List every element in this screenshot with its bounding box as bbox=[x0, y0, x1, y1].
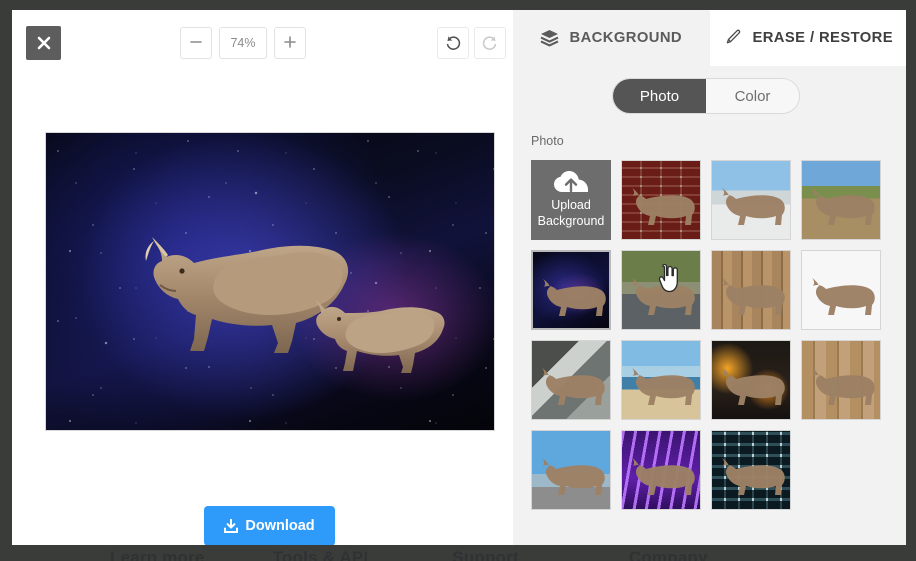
footer-column-company[interactable]: Company bbox=[629, 548, 708, 561]
tab-erase-restore[interactable]: ERASE / RESTORE bbox=[709, 10, 906, 66]
mode-option-color[interactable]: Color bbox=[706, 79, 799, 113]
zoom-out-button[interactable] bbox=[180, 27, 212, 59]
background-thumbnail-grey-tunnel[interactable] bbox=[531, 340, 611, 420]
cloud-upload-icon bbox=[554, 171, 588, 197]
rhino-calf bbox=[311, 283, 451, 378]
redo-button[interactable] bbox=[474, 27, 506, 59]
background-thumbnail-fire-night-city[interactable] bbox=[711, 340, 791, 420]
image-canvas[interactable] bbox=[45, 132, 495, 431]
history-controls bbox=[437, 27, 506, 59]
background-thumbnail-scroll[interactable]: Photo Upload Background bbox=[531, 134, 888, 545]
undo-button[interactable] bbox=[437, 27, 469, 59]
brush-icon bbox=[722, 28, 742, 48]
upload-tile-line-2: Background bbox=[537, 214, 605, 228]
download-button[interactable]: Download bbox=[204, 506, 335, 545]
footer-column-tools-api[interactable]: Tools & API bbox=[273, 548, 369, 561]
panel-tabs: BACKGROUND ERASE / RESTORE bbox=[513, 10, 906, 66]
app-root: Learn more Tools & API Support Company 7… bbox=[0, 0, 916, 561]
background-thumbnail-green-field[interactable] bbox=[801, 160, 881, 240]
download-icon bbox=[224, 518, 239, 534]
footer-columns: Learn more Tools & API Support Company bbox=[0, 548, 916, 561]
photo-section-label: Photo bbox=[531, 134, 564, 148]
background-thumbnail-plain-white[interactable] bbox=[801, 250, 881, 330]
close-icon bbox=[37, 36, 51, 50]
background-thumbnail-glass-facade[interactable] bbox=[711, 430, 791, 510]
close-button[interactable] bbox=[26, 26, 61, 60]
side-panel: BACKGROUND ERASE / RESTORE Photo Color P… bbox=[513, 10, 906, 545]
tab-background[interactable]: BACKGROUND bbox=[513, 10, 710, 66]
zoom-in-button[interactable] bbox=[274, 27, 306, 59]
background-thumbnail-forest-road[interactable] bbox=[621, 250, 701, 330]
tab-erase-restore-label: ERASE / RESTORE bbox=[752, 30, 894, 46]
download-button-label: Download bbox=[245, 518, 315, 534]
background-thumbnail-snowy-city[interactable] bbox=[711, 160, 791, 240]
upload-background-tile[interactable]: Upload Background bbox=[531, 160, 611, 240]
editor-toolbar: 74% bbox=[12, 10, 513, 66]
background-thumbnail-grid: Upload Background bbox=[531, 154, 888, 510]
minus-icon bbox=[189, 34, 203, 53]
plus-icon bbox=[283, 34, 297, 53]
undo-arrow-icon bbox=[444, 34, 462, 52]
editor-panel: 74% Download bbox=[12, 10, 513, 545]
background-thumbnail-brick-wall[interactable] bbox=[621, 160, 701, 240]
mode-option-photo[interactable]: Photo bbox=[613, 79, 706, 113]
background-thumbnail-wood-carving[interactable] bbox=[711, 250, 791, 330]
layers-icon bbox=[540, 29, 559, 47]
background-thumbnail-blue-sky-city[interactable] bbox=[531, 430, 611, 510]
background-mode-toggle: Photo Color bbox=[612, 78, 800, 114]
background-thumbnail-purple-stage-neon[interactable] bbox=[621, 430, 701, 510]
background-thumbnail-beach-shore[interactable] bbox=[621, 340, 701, 420]
background-thumbnail-galaxy-space[interactable] bbox=[531, 250, 611, 330]
tab-background-label: BACKGROUND bbox=[569, 30, 682, 46]
zoom-level-display[interactable]: 74% bbox=[219, 27, 267, 59]
redo-arrow-icon bbox=[481, 34, 499, 52]
background-thumbnail-wooden-planks[interactable] bbox=[801, 340, 881, 420]
footer-column-learn-more[interactable]: Learn more bbox=[110, 548, 205, 561]
zoom-controls: 74% bbox=[180, 27, 306, 59]
footer-column-support[interactable]: Support bbox=[452, 548, 519, 561]
upload-tile-line-1: Upload bbox=[551, 198, 591, 213]
